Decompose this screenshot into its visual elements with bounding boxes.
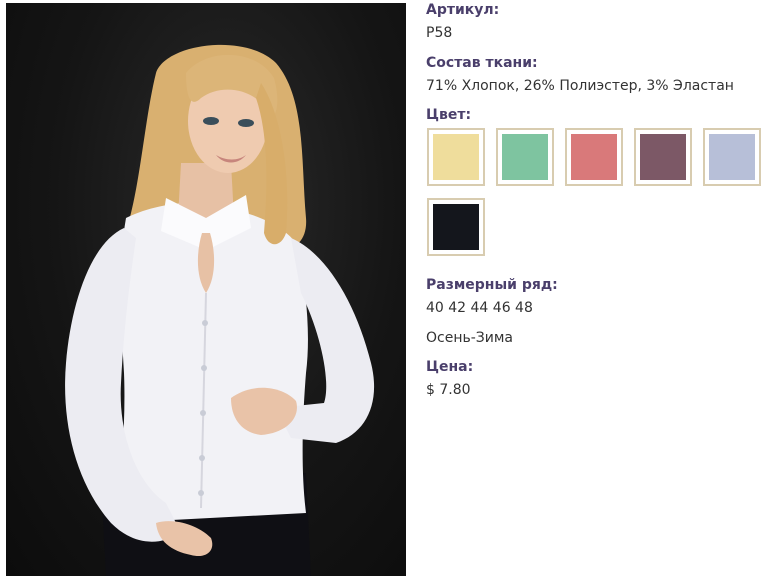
mint-swatch-color (502, 134, 548, 180)
lavender-swatch[interactable] (703, 128, 761, 186)
product-photo (6, 3, 406, 576)
yellow-swatch[interactable] (427, 128, 485, 186)
black-swatch[interactable] (427, 198, 485, 256)
sku-value: P58 (426, 25, 453, 41)
black-swatch-color (433, 204, 479, 250)
pink-swatch[interactable] (565, 128, 623, 186)
size-value: 40 42 44 46 48 (426, 300, 533, 316)
lavender-swatch-color (709, 134, 755, 180)
pink-swatch-color (571, 134, 617, 180)
plum-swatch-color (640, 134, 686, 180)
color-label: Цвет: (426, 107, 472, 123)
yellow-swatch-color (433, 134, 479, 180)
fabric-value: 71% Хлопок, 26% Полиэстер, 3% Эластан (426, 78, 734, 94)
size-label: Размерный ряд: (426, 277, 558, 293)
mint-swatch[interactable] (496, 128, 554, 186)
model-shirt-illustration (65, 44, 375, 576)
fabric-label: Состав ткани: (426, 55, 538, 71)
season-value: Осень-Зима (426, 330, 514, 346)
sku-label: Артикул: (426, 2, 500, 18)
plum-swatch[interactable] (634, 128, 692, 186)
price-value: $ 7.80 (426, 382, 471, 398)
price-label: Цена: (426, 359, 474, 375)
